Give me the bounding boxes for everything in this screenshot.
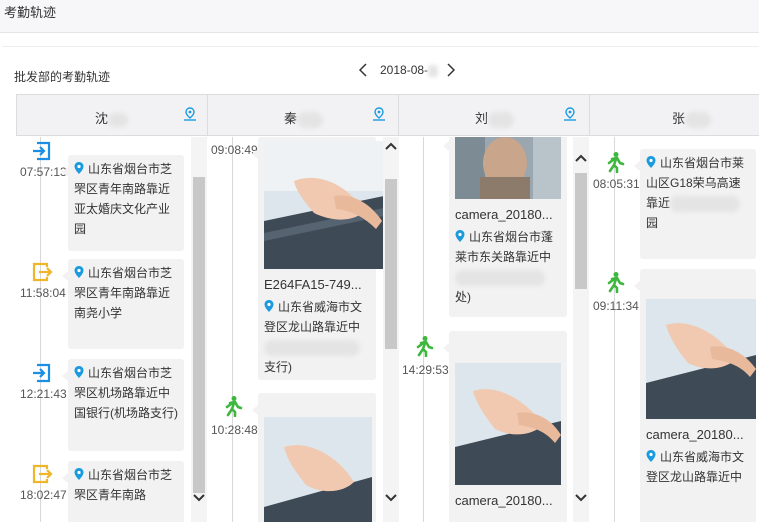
column-header-2: 秦 [208,94,399,136]
entry-address: 山东省烟台市芝罘区青年南路 [74,468,173,502]
photo-entry-card[interactable] [252,393,376,522]
chevron-up-icon[interactable] [574,151,588,165]
date-navigator: 2018-08- [356,60,458,80]
top-bar: 考勤轨迹 [0,0,759,33]
walk-icon [607,152,625,173]
address-text: 山东省威海市文登区龙山路靠近中 [264,300,363,334]
chevron-down-icon[interactable] [574,491,588,505]
chevron-down-icon[interactable] [384,491,398,505]
photo-thumbnail[interactable] [264,141,383,269]
timeline-column-4: 08:05:31 山东省烟台市莱山区G18荣乌高速靠近园 09:11:34 ca… [590,137,759,522]
photo-thumbnail[interactable] [264,417,372,522]
timeline-column-2: 09:08:49 E264FA15-749... 山东省威海市文登区龙山路靠近中… [208,137,383,522]
walk-icon [416,336,434,357]
location-pin-icon [646,156,656,168]
chevron-right-icon [447,63,456,77]
address-text-tail: 园 [646,216,659,230]
map-pin-icon[interactable] [372,107,386,121]
photo-thumbnail[interactable] [646,299,756,419]
map-pin-icon[interactable] [183,107,197,121]
timeline-line [614,137,615,522]
entry-address: 山东省烟台市芝罘区青年南路靠近亚太婚庆文化产业园 [74,162,173,236]
column-2-scrollbar[interactable] [383,137,399,522]
login-icon [33,363,51,383]
scroll-thumb[interactable] [575,173,587,289]
column-header-3: 刘 [399,94,590,136]
column-1-scrollbar[interactable] [191,137,207,522]
column-header-4: 张 [590,94,759,136]
photo-filename: camera_20180... [455,207,553,222]
login-icon [33,141,51,161]
photo-entry-card[interactable]: E264FA15-749... 山东省威海市文登区龙山路靠近中支行) [252,137,383,380]
logout-icon [32,464,53,484]
location-pin-icon [74,266,84,278]
page-title: 考勤轨迹 [4,5,57,20]
walk-icon [607,272,625,293]
employee-name: 刘 [475,108,515,128]
entry-address: 山东省烟台市芝罘区机场路靠近中国银行(机场路支行) [74,366,178,420]
entry-time: 18:02:47 [20,488,67,502]
address-text-tail: 处) [455,290,471,304]
entry-time: 14:29:53 [402,363,449,377]
employee-name: 沈 [95,108,129,127]
chevron-left-icon [359,63,367,77]
photo-address: 山东省烟台市蓬莱市东关路靠近中处) [455,227,561,307]
entry-card[interactable]: 山东省烟台市芝罘区青年南路 [62,461,184,522]
photo-entry-card[interactable]: camera_20180... 山东省威海市文登区龙山路靠近中 [634,269,756,522]
entry-time: 10:28:48 [211,423,258,437]
entry-time: 09:11:34 [593,299,639,313]
entry-time: 09:08:49 [211,143,258,157]
photo-thumbnail[interactable] [455,137,561,199]
walk-icon [225,396,243,417]
column-3-scrollbar[interactable] [573,137,589,522]
entry-time: 12:21:43 [20,387,67,401]
location-pin-icon [264,300,274,312]
location-pin-icon [74,162,84,174]
location-pin-icon [455,230,465,242]
address-text: 山东省烟台市蓬莱市东关路靠近中 [455,230,554,264]
location-pin-icon [74,366,84,378]
timeline-column-3: camera_20180... 山东省烟台市蓬莱市东关路靠近中处) 14:29:… [399,137,574,522]
entry-address: 山东省烟台市芝罘区青年南路靠近南尧小学 [74,266,173,320]
entry-time: 11:58:04 [20,286,66,300]
employee-name: 张 [672,108,712,128]
address-text-tail: 支行) [264,360,292,374]
entry-time: 07:57:13 [20,165,67,179]
chevron-up-icon[interactable] [384,139,398,153]
photo-filename: E264FA15-749... [264,277,362,292]
photo-filename: camera_20180... [455,493,553,508]
employee-name: 秦 [284,108,324,128]
entry-card[interactable]: 山东省烟台市芝罘区青年南路靠近亚太婚庆文化产业园 [62,155,184,251]
photo-address: 山东省威海市文登区龙山路靠近中 [646,447,750,487]
dept-title: 批发部的考勤轨迹 [14,70,111,84]
column-header-1: 沈 [16,94,208,136]
timeline-column-1: 07:57:13 山东省烟台市芝罘区青年南路靠近亚太婚庆文化产业园 11:58:… [16,137,192,522]
entry-card[interactable]: 山东省烟台市芝罘区机场路靠近中国银行(机场路支行) [62,359,184,451]
location-pin-icon [646,450,656,462]
entry-time: 08:05:31 [593,177,640,191]
logout-icon [32,262,53,282]
next-date-button[interactable] [444,61,458,79]
scroll-thumb[interactable] [385,179,397,349]
location-pin-icon [74,468,84,480]
photo-entry-card[interactable]: camera_20180... [443,331,567,522]
photo-entry-card[interactable]: camera_20180... 山东省烟台市蓬莱市东关路靠近中处) [443,137,567,317]
address-text: 山东省威海市文登区龙山路靠近中 [646,450,745,484]
photo-thumbnail[interactable] [455,363,561,485]
entry-card[interactable]: 山东省烟台市莱山区G18荣乌高速靠近园 [634,149,756,259]
photo-address: 山东省威海市文登区龙山路靠近中支行) [264,297,370,377]
timeline-line [232,137,233,522]
photo-filename: camera_20180... [646,427,744,442]
map-pin-icon[interactable] [563,107,577,121]
scroll-thumb[interactable] [193,177,205,493]
current-date: 2018-08- [380,63,439,77]
prev-date-button[interactable] [356,61,370,79]
chevron-down-icon[interactable] [192,491,206,505]
entry-card[interactable]: 山东省烟台市芝罘区青年南路靠近南尧小学 [62,259,184,349]
timeline-line [423,137,424,522]
